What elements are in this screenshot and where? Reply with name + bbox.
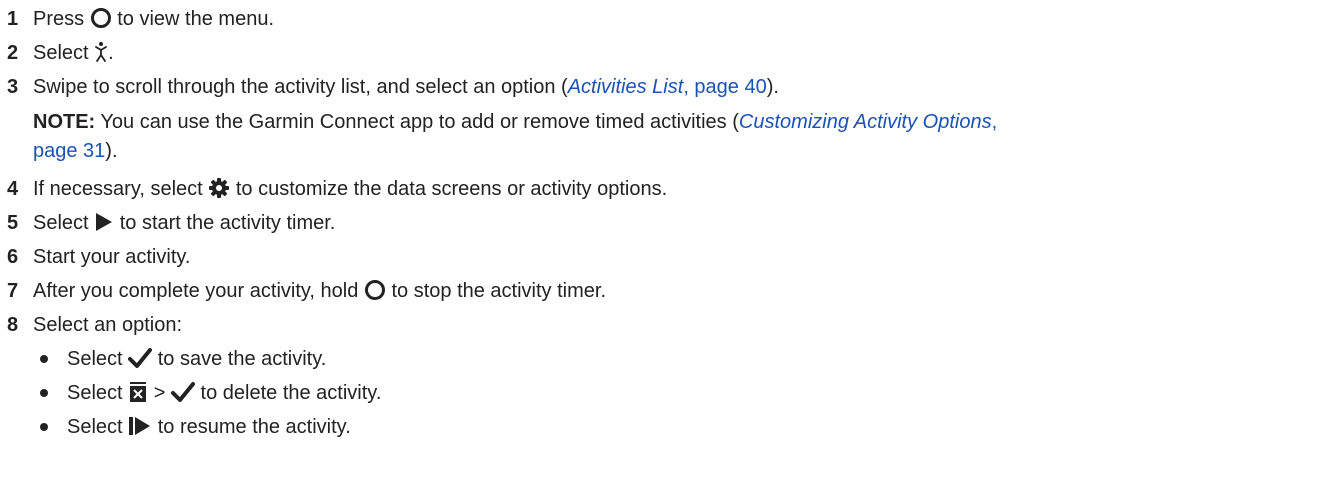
option-separator: > [153, 382, 166, 404]
circle-button-icon [364, 280, 385, 300]
step-text-post: . [108, 42, 114, 64]
step-number: 1 [7, 8, 19, 30]
step-text-post: to start the activity timer. [119, 212, 336, 234]
option-text-post: to resume the activity. [157, 416, 351, 438]
running-figure-icon [95, 42, 108, 62]
step-text-close: ). [766, 76, 779, 98]
step-text: Swipe to scroll through the activity lis… [33, 74, 779, 100]
step-number: 6 [7, 246, 19, 268]
note-block: NOTE: You can use the Garmin Connect app… [33, 108, 1323, 166]
step-text-pre: If necessary, select [33, 178, 203, 200]
bullet [40, 355, 48, 363]
step-text-pre: Press [33, 8, 85, 30]
step-text: Select an option: [33, 314, 182, 336]
option-text-post: to save the activity. [157, 348, 327, 370]
option-text-pre: Select [67, 382, 123, 404]
resume-icon [129, 417, 151, 435]
option-text: Select > to delete the activity. [67, 380, 381, 406]
bullet [40, 389, 48, 397]
step-text-pre: Select [33, 42, 89, 64]
step-number: 7 [7, 280, 19, 302]
step-text: Start your activity. [33, 246, 191, 268]
step-number: 8 [7, 314, 19, 336]
step-number: 3 [7, 76, 19, 98]
step-text: If necessary, select to customize the da… [33, 176, 667, 202]
note-close: ). [105, 140, 118, 162]
step-text-post: to view the menu. [117, 8, 274, 30]
checkmark-icon [128, 348, 153, 368]
option-text: Select to resume the activity. [67, 414, 351, 440]
gear-icon [209, 178, 230, 198]
step-number: 4 [7, 178, 19, 200]
activities-list-link[interactable]: Activities List, page 40 [568, 76, 767, 98]
option-text-pre: Select [67, 348, 123, 370]
discard-icon [130, 382, 147, 402]
step-text-main: Swipe to scroll through the activity lis… [33, 76, 568, 98]
bullet [40, 423, 48, 431]
step-text-pre: After you complete your activity, hold [33, 280, 359, 302]
checkmark-icon [170, 382, 195, 402]
step-text-post: to customize the data screens or activit… [235, 178, 668, 200]
customizing-options-page-link[interactable]: page 31 [33, 140, 105, 162]
step-number: 5 [7, 212, 19, 234]
step-text: Select to start the activity timer. [33, 210, 335, 236]
customizing-options-link[interactable]: Customizing Activity Options, [739, 111, 997, 133]
option-text: Select to save the activity. [67, 346, 326, 372]
step-text: Select . [33, 40, 114, 66]
step-text-post: to stop the activity timer. [391, 280, 606, 302]
step-text: After you complete your activity, hold t… [33, 278, 606, 304]
option-text-post: to delete the activity. [200, 382, 382, 404]
note-label: NOTE: [33, 111, 96, 133]
option-text-pre: Select [67, 416, 123, 438]
play-icon [96, 213, 113, 231]
step-text-pre: Select [33, 212, 89, 234]
step-text: Press to view the menu. [33, 6, 274, 32]
circle-button-icon [90, 8, 111, 28]
note-text: You can use the Garmin Connect app to ad… [95, 111, 739, 133]
step-number: 2 [7, 42, 19, 64]
